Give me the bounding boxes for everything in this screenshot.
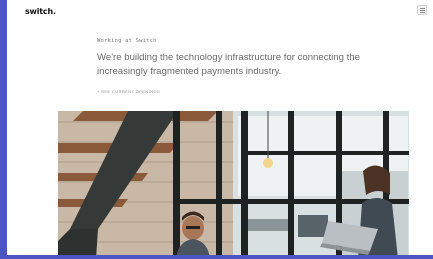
hero-office-photo [58,111,409,255]
section-kicker: Working at Switch [97,38,157,44]
page-headline: We're building the technology infrastruc… [97,52,360,77]
menu-button[interactable] [417,5,427,15]
page-frame: switch. Working at Switch We're building… [0,0,433,259]
site-logo[interactable]: switch. [25,7,56,16]
hero-image [58,111,409,255]
hamburger-icon [419,8,425,9]
see-openings-link[interactable]: + SEE CURRENT OPENINGS [97,89,160,94]
